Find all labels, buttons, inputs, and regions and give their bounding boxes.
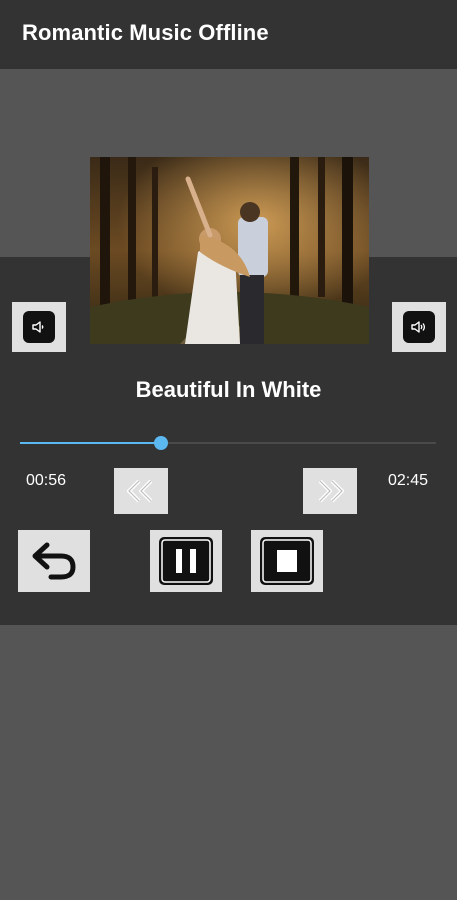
fast-forward-icon	[318, 479, 344, 503]
app-bar: Romantic Music Offline	[0, 0, 457, 69]
seek-thumb[interactable]	[154, 436, 169, 450]
volume-up-button[interactable]	[392, 302, 446, 352]
rewind-button[interactable]	[114, 468, 168, 514]
volume-down-button[interactable]	[12, 302, 66, 352]
stop-button[interactable]	[251, 530, 323, 592]
seek-bar[interactable]	[20, 436, 436, 450]
pause-button[interactable]	[150, 530, 222, 592]
volume-up-icon	[411, 321, 426, 333]
pause-icon	[159, 537, 213, 585]
back-button[interactable]	[18, 530, 90, 592]
seek-progress	[20, 442, 162, 444]
back-arrow-icon	[32, 542, 76, 580]
volume-down-icon	[32, 321, 44, 333]
bottom-area	[0, 625, 457, 900]
elapsed-time: 00:56	[26, 472, 67, 489]
app-title: Romantic Music Offline	[22, 20, 269, 45]
total-duration: 02:45	[388, 472, 429, 489]
rewind-icon	[127, 479, 153, 503]
fast-forward-button[interactable]	[303, 468, 357, 514]
album-art	[90, 157, 369, 344]
stop-icon	[260, 537, 314, 585]
song-title: Beautiful In White	[135, 377, 322, 402]
